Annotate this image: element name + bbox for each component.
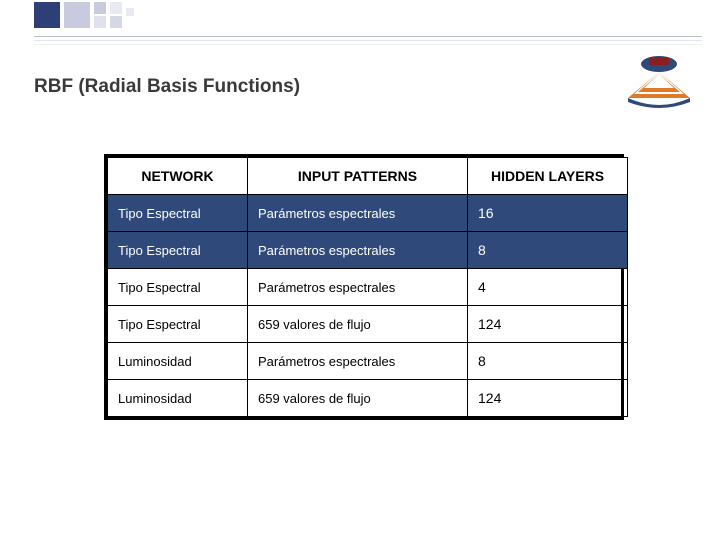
cell-hidden: 4 [468,269,628,306]
cell-network: Luminosidad [108,343,248,380]
deco-square [94,16,106,28]
table-row: Tipo Espectral659 valores de flujo124 [108,306,628,343]
cell-input: Parámetros espectrales [248,195,468,232]
deco-square [34,2,60,28]
cell-hidden: 8 [468,343,628,380]
col-header-network: NETWORK [108,158,248,195]
cell-hidden: 16 [468,195,628,232]
cell-network: Luminosidad [108,380,248,417]
cell-network: Tipo Espectral [108,195,248,232]
deco-square [64,2,90,28]
col-header-input: INPUT PATTERNS [248,158,468,195]
cell-input: Parámetros espectrales [248,343,468,380]
deco-square [94,2,106,14]
top-decoration [0,0,720,44]
deco-line [34,44,702,45]
slide-title: RBF (Radial Basis Functions) [34,76,300,98]
table-row: Tipo EspectralParámetros espectrales16 [108,195,628,232]
table-row: Tipo EspectralParámetros espectrales8 [108,232,628,269]
cell-network: Tipo Espectral [108,232,248,269]
table-header-row: NETWORK INPUT PATTERNS HIDDEN LAYERS [108,158,628,195]
table-row: LuminosidadParámetros espectrales8 [108,343,628,380]
cell-input: Parámetros espectrales [248,232,468,269]
table-row: Tipo EspectralParámetros espectrales4 [108,269,628,306]
slide: RBF (Radial Basis Functions) NETWORK INP… [0,0,720,540]
institution-logo [622,54,696,110]
cell-network: Tipo Espectral [108,269,248,306]
cell-input: 659 valores de flujo [248,380,468,417]
deco-square [110,16,122,28]
deco-line [34,36,702,37]
deco-square [110,2,122,14]
cell-hidden: 8 [468,232,628,269]
cell-hidden: 124 [468,380,628,417]
cell-input: 659 valores de flujo [248,306,468,343]
table-row: Luminosidad659 valores de flujo124 [108,380,628,417]
deco-line [34,40,702,41]
cell-input: Parámetros espectrales [248,269,468,306]
deco-square [126,8,134,16]
col-header-hidden: HIDDEN LAYERS [468,158,628,195]
rbf-table: NETWORK INPUT PATTERNS HIDDEN LAYERS Tip… [104,154,624,420]
cell-network: Tipo Espectral [108,306,248,343]
cell-hidden: 124 [468,306,628,343]
